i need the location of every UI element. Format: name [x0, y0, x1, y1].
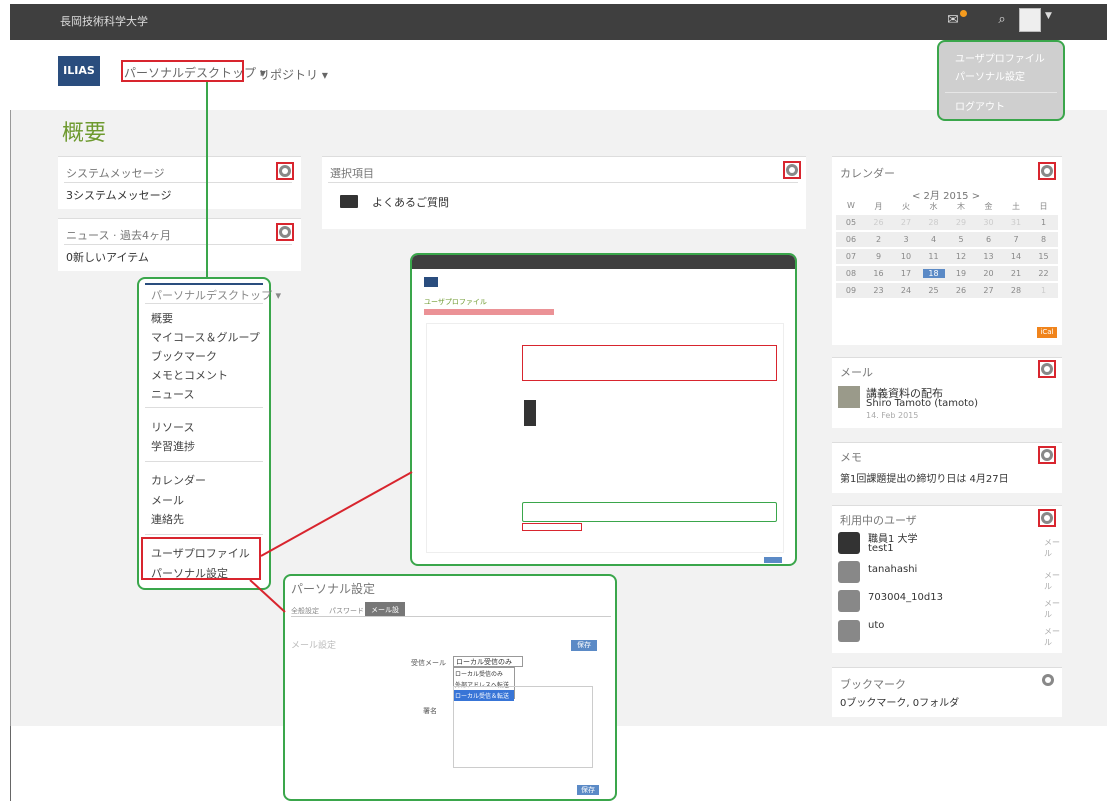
connector-profile	[260, 471, 413, 557]
screen: 長岡技術科学大学 ✉ ⌕ ▼ ILIAS パーソナルデスクトップ ▾ リポジトリ…	[0, 0, 1110, 801]
connector-settings	[249, 579, 286, 613]
connector-lines	[249, 471, 413, 613]
